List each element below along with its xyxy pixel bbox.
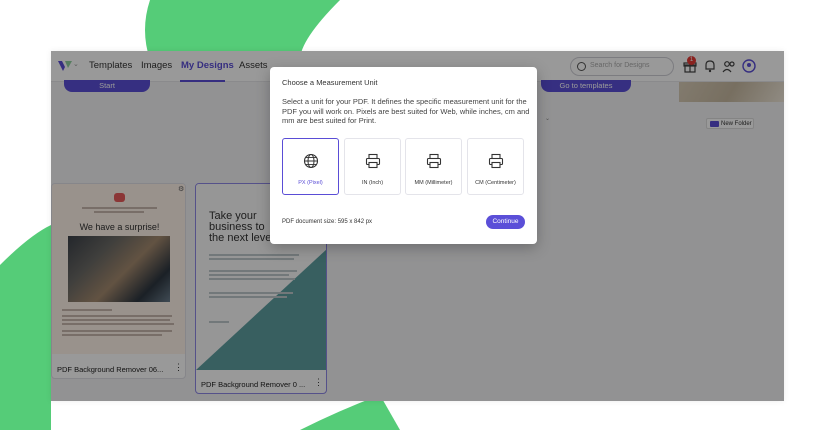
globe-icon	[303, 153, 319, 169]
unit-option-px[interactable]: PX (Pixel)	[282, 138, 339, 195]
printer-icon	[426, 153, 442, 169]
unit-option-in[interactable]: IN (Inch)	[344, 138, 401, 195]
pdf-size-text: PDF document size: 595 x 842 px	[282, 219, 373, 225]
continue-button[interactable]: Continue	[486, 215, 525, 229]
unit-option-cm[interactable]: CM (Centimeter)	[467, 138, 524, 195]
printer-icon	[365, 153, 381, 169]
unit-label: PX (Pixel)	[298, 180, 323, 186]
unit-label: CM (Centimeter)	[475, 180, 516, 186]
dialog-description: Select a unit for your PDF. It defines t…	[282, 97, 530, 125]
unit-option-mm[interactable]: MM (Millimeter)	[405, 138, 462, 195]
unit-label: IN (Inch)	[361, 180, 384, 186]
dialog-title: Choose a Measurement Unit	[282, 78, 378, 87]
unit-label: MM (Millimeter)	[414, 180, 453, 186]
printer-icon	[488, 153, 504, 169]
stage: ⌄ Templates Images My Designs Assets Sea…	[0, 0, 834, 430]
measurement-unit-dialog: Choose a Measurement Unit Select a unit …	[270, 67, 537, 244]
